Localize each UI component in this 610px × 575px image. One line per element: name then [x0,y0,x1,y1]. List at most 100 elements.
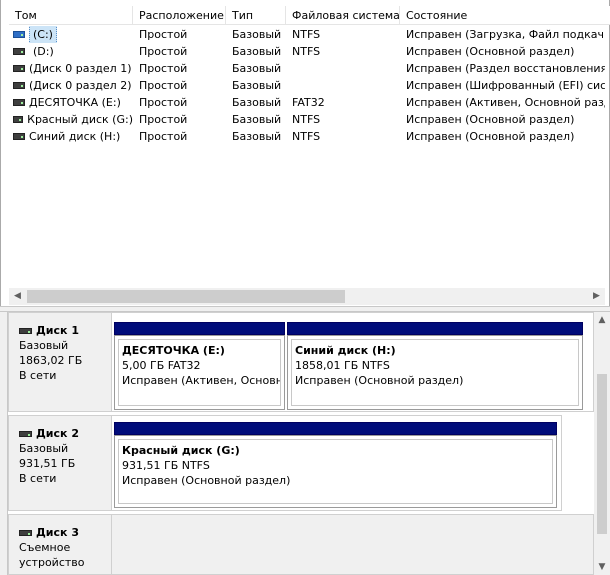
disk-title: Диск 1 [36,324,79,337]
disk-map-pane: Диск 1 Базовый 1863,02 ГБ В сети ДЕСЯТОЧ… [8,312,610,575]
disk-partitions-2: Красный диск (G:) 931,51 ГБ NTFS Исправе… [112,415,562,511]
partition-size: 1858,01 ГБ NTFS [295,359,390,372]
column-header-layout[interactable]: Расположение [133,6,226,25]
volume-name: (Диск 0 раздел 1) [29,62,132,75]
volume-list-header: Том Расположение Тип Файловая система Со… [9,6,610,25]
column-header-volume[interactable]: Том [9,6,133,25]
volume-filesystem: NTFS [292,28,321,41]
volume-status: Исправен (Загрузка, Файл подкачки [406,28,605,41]
column-header-filesystem[interactable]: Файловая система [286,6,400,25]
volume-type: Базовый [232,28,282,41]
volume-name: ДЕСЯТОЧКА (E:) [29,96,121,109]
volume-status: Исправен (Основной раздел) [406,45,575,58]
partition-name: Красный диск (G:) [122,444,240,457]
volume-layout: Простой [139,79,188,92]
volume-filesystem [292,77,400,94]
disk-title: Диск 2 [36,427,79,440]
drive-icon [13,133,25,140]
table-row[interactable]: (D:) Простой Базовый NTFS Исправен (Осно… [9,43,605,60]
partition-name: ДЕСЯТОЧКА (E:) [122,344,225,357]
disk-info-1[interactable]: Диск 1 Базовый 1863,02 ГБ В сети [8,312,112,412]
drive-icon [13,82,25,89]
disk-state: В сети [19,472,57,485]
partition-bar [287,322,583,335]
system-drive-icon [13,31,25,38]
disk-partitions-3 [112,514,594,575]
table-row[interactable]: (Диск 0 раздел 2) Простой Базовый Исправ… [9,77,605,94]
partition-bar [114,322,285,335]
disk-size: 1863,02 ГБ [19,354,83,367]
partition-h[interactable]: Синий диск (H:) 1858,01 ГБ NTFS Исправен… [287,322,583,410]
partition-status: Исправен (Активен, Основной раздел) [122,374,280,387]
volume-name: Красный диск (G:) [27,113,133,126]
disk-row-1: Диск 1 Базовый 1863,02 ГБ В сети ДЕСЯТОЧ… [8,312,594,412]
volume-list-rows: (C:) Простой Базовый NTFS Исправен (Загр… [9,26,605,288]
scroll-up-icon[interactable]: ▲ [594,312,610,328]
disk-state: В сети [19,369,57,382]
drive-icon [13,99,25,106]
table-row[interactable]: (C:) Простой Базовый NTFS Исправен (Загр… [9,26,605,43]
volume-type: Базовый [232,45,282,58]
volume-layout: Простой [139,62,188,75]
volume-layout: Простой [139,45,188,58]
disk-icon [19,529,32,536]
volume-filesystem: NTFS [292,130,321,143]
partition-size: 931,51 ГБ NTFS [122,459,210,472]
scroll-right-icon[interactable]: ▶ [588,288,605,305]
disk-icon [19,430,32,437]
volume-layout: Простой [139,96,188,109]
volume-status: Исправен (Раздел восстановления) [406,62,605,75]
disk-info-2[interactable]: Диск 2 Базовый 931,51 ГБ В сети [8,415,112,511]
disk-size: 931,51 ГБ [19,457,76,470]
horizontal-scroll-thumb[interactable] [27,290,345,303]
partition-size: 5,00 ГБ FAT32 [122,359,201,372]
volume-status: Исправен (Шифрованный (EFI) сист [406,79,605,92]
partition-bar [114,422,557,435]
volume-name: (C:) [29,26,57,43]
column-header-status[interactable]: Состояние [400,6,610,25]
scroll-left-icon[interactable]: ◀ [9,288,26,305]
scroll-down-icon[interactable]: ▼ [594,559,610,575]
volume-filesystem [292,60,400,77]
disk-partitions-1: ДЕСЯТОЧКА (E:) 5,00 ГБ FAT32 Исправен (А… [112,312,594,412]
volume-layout: Простой [139,28,188,41]
vertical-scroll-thumb[interactable] [597,374,607,534]
volume-type: Базовый [232,113,282,126]
partition-name: Синий диск (H:) [295,344,396,357]
disk-row-2: Диск 2 Базовый 931,51 ГБ В сети Красный … [8,415,594,511]
volume-list-pane: Том Расположение Тип Файловая система Со… [0,0,610,306]
volume-type: Базовый [232,62,282,75]
drive-icon [13,65,25,72]
disk-row-3: Диск 3 Съемное устройство Нет носителя [8,514,594,575]
disk-type: Базовый [19,339,69,352]
disk-title: Диск 3 [36,526,79,539]
table-row[interactable]: Красный диск (G:) Простой Базовый NTFS И… [9,111,605,128]
volume-type: Базовый [232,79,282,92]
drive-icon [13,116,24,123]
vertical-scrollbar[interactable]: ▲ ▼ [594,312,610,575]
volume-filesystem: NTFS [292,113,321,126]
volume-status: Исправен (Основной раздел) [406,130,575,143]
column-header-type[interactable]: Тип [226,6,286,25]
table-row[interactable]: (Диск 0 раздел 1) Простой Базовый Исправ… [9,60,605,77]
horizontal-scrollbar[interactable]: ◀ ▶ [9,288,605,305]
partition-e[interactable]: ДЕСЯТОЧКА (E:) 5,00 ГБ FAT32 Исправен (А… [114,322,285,410]
drive-icon [13,48,25,55]
volume-status: Исправен (Активен, Основной разде [406,96,605,109]
table-row[interactable]: ДЕСЯТОЧКА (E:) Простой Базовый FAT32 Исп… [9,94,605,111]
disk-type: Базовый [19,442,69,455]
disk-type: Съемное устройство [19,541,85,569]
partition-status: Исправен (Основной раздел) [295,374,464,387]
volume-name: (Диск 0 раздел 2) [29,79,132,92]
volume-filesystem: FAT32 [292,96,325,109]
volume-layout: Простой [139,130,188,143]
volume-layout: Простой [139,113,188,126]
volume-name: (D:) [33,45,54,58]
table-row[interactable]: Синий диск (H:) Простой Базовый NTFS Исп… [9,128,605,145]
partition-status: Исправен (Основной раздел) [122,474,291,487]
disk-icon [19,327,32,334]
volume-type: Базовый [232,96,282,109]
volume-filesystem: NTFS [292,45,321,58]
disk-info-3[interactable]: Диск 3 Съемное устройство Нет носителя [8,514,112,575]
partition-g[interactable]: Красный диск (G:) 931,51 ГБ NTFS Исправе… [114,422,557,508]
